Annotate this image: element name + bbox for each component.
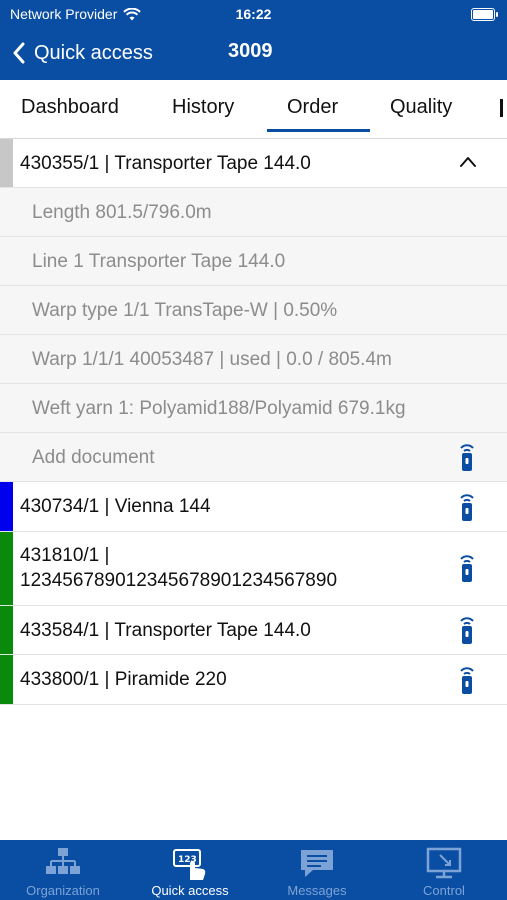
detail-text: Line 1 Transporter Tape 144.0 [32, 251, 286, 272]
order-detail-line: Line 1 Transporter Tape 144.0 [0, 237, 507, 286]
order-status-strip [0, 655, 13, 704]
battery-icon [471, 8, 498, 21]
detail-text: Warp type 1/1 TransTape-W | 0.50% [32, 300, 338, 321]
order-detail-weft-yarn: Weft yarn 1: Polyamid188/Polyamid 679.1k… [0, 384, 507, 433]
remote-control-icon[interactable] [457, 553, 477, 583]
tab-history[interactable]: History [172, 96, 234, 119]
chevron-left-icon [13, 42, 25, 64]
tabbar-label: Messages [287, 883, 347, 898]
tab-quality[interactable]: Quality [390, 96, 452, 119]
status-time: 16:22 [235, 6, 272, 22]
order-title: 430355/1 | Transporter Tape 144.0 [20, 153, 311, 174]
back-button[interactable]: Quick access [12, 36, 153, 70]
detail-text: Warp 1/1/1 40053487 | used | 0.0 / 805.4… [32, 349, 392, 370]
back-button-label: Quick access [34, 41, 153, 64]
order-row[interactable]: 431810/1 | 12345678901234567890123456789… [0, 532, 507, 606]
tab-dashboard[interactable]: Dashboard [21, 96, 119, 119]
page-title: 3009 [228, 40, 273, 62]
tabbar-label: Organization [26, 883, 100, 898]
order-row[interactable]: 430734/1 | Vienna 144 [0, 482, 507, 532]
active-tab-indicator [267, 129, 370, 132]
order-title: 433800/1 | Piramide 220 [20, 669, 227, 690]
order-title: 431810/1 | [20, 545, 110, 566]
order-status-strip [0, 606, 13, 654]
tabbar-item-quick-access[interactable]: 123 Quick access [127, 840, 253, 900]
chevron-up-icon[interactable] [459, 153, 477, 171]
tab-order[interactable]: Order [287, 96, 338, 119]
bottom-tab-bar: Organization 123 Quick access Messages C… [0, 840, 507, 900]
order-status-strip [0, 139, 13, 187]
tabbar-label: Control [423, 883, 465, 898]
tabbar-item-organization[interactable]: Organization [0, 840, 126, 900]
order-row[interactable]: 433800/1 | Piramide 220 [0, 655, 507, 705]
detail-text: Weft yarn 1: Polyamid188/Polyamid 679.1k… [32, 398, 406, 419]
order-title: 430734/1 | Vienna 144 [20, 496, 211, 517]
tab-strip: Dashboard History Order Quality [0, 80, 507, 139]
detail-text: Length 801.5/796.0m [32, 202, 212, 223]
order-detail-warp-type: Warp type 1/1 TransTape-W | 0.50% [0, 286, 507, 335]
messages-icon [301, 850, 333, 877]
remote-control-icon[interactable] [457, 492, 477, 522]
order-title-continued: 123456789012345678901234567890 [20, 570, 338, 591]
order-title: 433584/1 | Transporter Tape 144.0 [20, 620, 311, 641]
remote-control-icon[interactable] [457, 615, 477, 645]
tabbar-item-control[interactable]: Control [381, 840, 507, 900]
order-status-strip [0, 532, 13, 605]
remote-control-icon[interactable] [457, 442, 477, 472]
order-detail-warp: Warp 1/1/1 40053487 | used | 0.0 / 805.4… [0, 335, 507, 384]
tabbar-label: Quick access [151, 883, 229, 898]
status-bar: Network Provider 16:22 [0, 0, 507, 28]
order-row[interactable]: 433584/1 | Transporter Tape 144.0 [0, 606, 507, 655]
remote-control-icon[interactable] [457, 665, 477, 695]
tab-overflow-next[interactable] [500, 96, 507, 117]
add-document-label: Add document [32, 447, 155, 468]
nav-bar: Quick access 3009 [0, 36, 507, 70]
order-detail-length: Length 801.5/796.0m [0, 188, 507, 237]
control-icon [426, 847, 462, 879]
app-header: Network Provider 16:22 Quick access 3009 [0, 0, 507, 80]
order-row-expanded[interactable]: 430355/1 | Transporter Tape 144.0 [0, 139, 507, 188]
orders-list: 430355/1 | Transporter Tape 144.0 Length… [0, 139, 507, 705]
quick-access-icon: 123 [173, 849, 206, 880]
order-status-strip [0, 482, 13, 531]
add-document-row[interactable]: Add document [0, 433, 507, 482]
tabbar-item-messages[interactable]: Messages [254, 840, 380, 900]
organization-icon [46, 848, 80, 874]
